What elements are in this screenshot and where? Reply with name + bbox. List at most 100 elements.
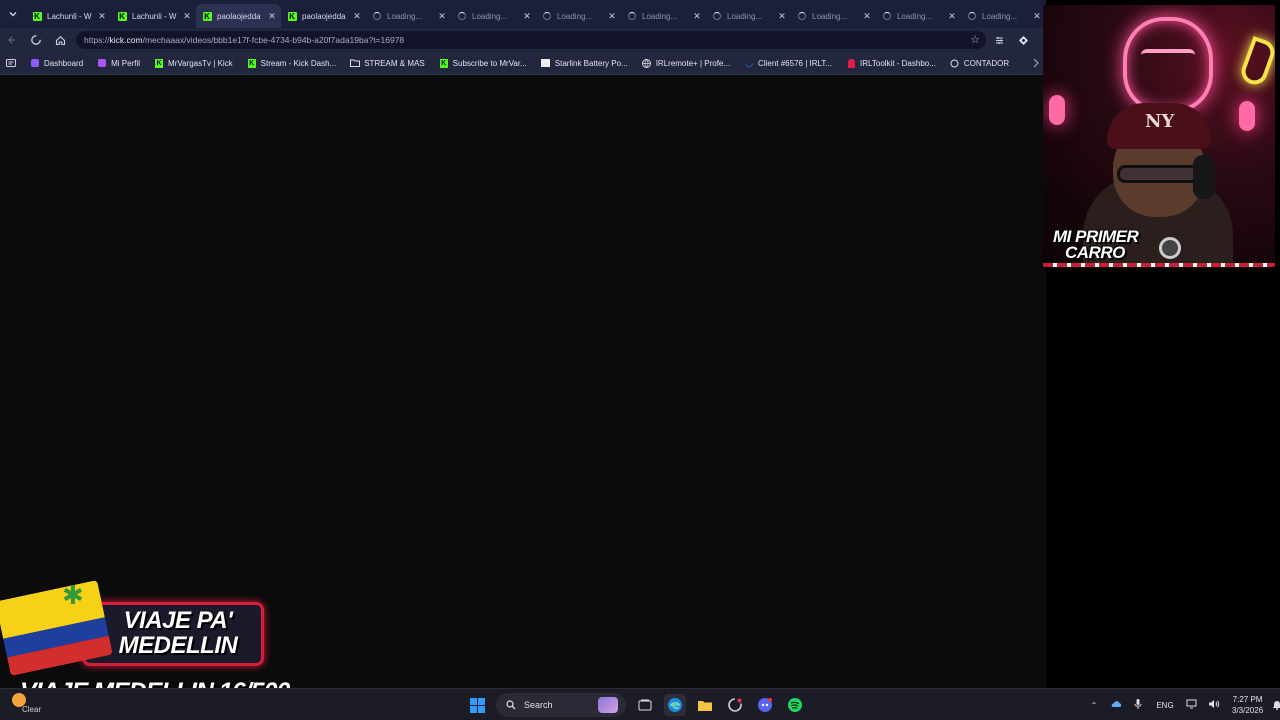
bookmark-label: Subscribe to MrVar... [452,58,527,68]
kick-icon: K [155,58,164,68]
spinner-icon [627,11,637,21]
browser-tab[interactable]: Loading... ✕ [621,4,706,28]
tab-list-button[interactable] [0,0,26,28]
bookmark-item[interactable]: CONTADOR [950,58,1009,68]
kick-icon: K [117,11,127,21]
browser-tab[interactable]: Loading... ✕ [791,4,876,28]
dashboard-icon [30,58,40,68]
bookmark-item[interactable]: Mi Perfil [97,58,140,68]
browser-tab[interactable]: Loading... ✕ [876,4,961,28]
discord-button[interactable] [754,694,776,716]
browser-tab[interactable]: Loading... ✕ [366,4,451,28]
close-tab-icon[interactable]: ✕ [267,11,277,22]
bookmarks-menu-icon [6,58,16,68]
favorite-star-icon[interactable]: ☆ [970,33,980,46]
clock-date: 3/3/2026 [1232,706,1264,715]
search-icon [506,700,516,710]
bookmark-item[interactable]: IRLToolkit - Dashbo... [846,58,936,68]
close-tab-icon[interactable]: ✕ [947,11,957,22]
tab-title: Loading... [897,11,933,21]
bookmark-item[interactable]: Dashboard [30,58,83,68]
onedrive-icon[interactable] [1108,699,1124,711]
trip-title: VIAJE PA' MEDELLIN [118,607,238,659]
close-tab-icon[interactable]: ✕ [437,11,447,22]
system-tray: ⌃ ENG 7:27 PM 3/3/2026 [1086,689,1280,720]
browser-tab[interactable]: K Lachunli - W ✕ [26,4,111,28]
client-icon: ◡ [745,57,753,68]
bookmark-item[interactable]: IRLremote+ | Profe... [642,58,730,68]
counter-icon [950,58,960,68]
task-view-icon [638,699,652,711]
home-icon [55,35,65,45]
close-tab-icon[interactable]: ✕ [97,11,107,22]
close-tab-icon[interactable]: ✕ [182,11,192,22]
browser-tab[interactable]: Kpaolaojedda ✕ [196,4,281,28]
address-bar[interactable]: https://kick.com/mechaaax/videos/bbb1e17… [76,31,986,49]
tab-title: Loading... [387,11,423,21]
bookmark-label: MrVargasTv | Kick [168,58,233,68]
windows-logo-icon [469,697,485,713]
browser-tab[interactable]: Loading... ✕ [451,4,536,28]
bookmark-item[interactable]: ◡ Client #6576 | IRLT... [744,58,832,68]
back-arrow-icon [8,36,15,44]
browser-tab[interactable]: Loading... ✕ [706,4,791,28]
back-button[interactable] [0,29,24,51]
microphone-icon[interactable] [1130,698,1146,712]
spotify-button[interactable] [784,694,806,716]
close-tab-icon[interactable]: ✕ [607,11,617,22]
neon-lamp-left [1049,95,1065,125]
bookmark-item[interactable]: K MrVargasTv | Kick [154,58,233,68]
diamond-extension-icon[interactable] [1014,31,1032,49]
clock-time: 7:27 PM [1232,695,1263,704]
stop-loading-icon [31,35,41,45]
webcam-border-stripe [1043,263,1275,267]
close-tab-icon[interactable]: ✕ [352,11,362,22]
bookmark-item[interactable]: STREAM & MAS [350,58,425,68]
windows-taskbar: Clear Search ⌃ ENG 7:27 PM 3/3/2026 [0,688,1280,720]
browser-tab[interactable]: Kpaolaojedda ✕ [281,4,366,28]
taskbar-search[interactable]: Search [496,693,626,717]
refresh-app-icon [728,698,742,712]
more-bookmarks[interactable] [1032,58,1040,68]
task-view-button[interactable] [634,694,656,716]
app-button-circle[interactable] [724,694,746,716]
browser-tab[interactable]: Loading... ✕ [961,4,1046,28]
tray-overflow-chevron-icon[interactable]: ⌃ [1086,701,1102,710]
palm-tree-icon: ✱ [62,580,84,610]
cap-ny-logo: NY [1145,111,1175,132]
browser-tab[interactable]: Loading... ✕ [536,4,621,28]
close-tab-icon[interactable]: ✕ [777,11,787,22]
spinner-icon [712,11,722,21]
tab-title: Loading... [557,11,593,21]
bookmarks-menu[interactable] [6,58,20,68]
browser-tab[interactable]: K Lachunli - W ✕ [111,4,196,28]
profile-icon [97,58,107,68]
stop-loading-button[interactable] [24,29,48,51]
tab-title: Lachunli - W [132,11,177,21]
spinner-icon [797,11,807,21]
search-highlight-icon [598,697,618,713]
bookmark-item[interactable]: K Stream - Kick Dash... [247,58,336,68]
close-tab-icon[interactable]: ✕ [862,11,872,22]
taskbar-clock[interactable]: 7:27 PM 3/3/2026 [1232,694,1263,716]
bookmark-item[interactable]: K Subscribe to MrVar... [439,58,527,68]
extensions-icon[interactable] [990,31,1008,49]
bookmark-label: IRLToolkit - Dashbo... [860,58,936,68]
close-tab-icon[interactable]: ✕ [1032,11,1042,22]
bookmark-label: Client #6576 | IRLT... [758,58,833,68]
home-button[interactable] [48,29,72,51]
steering-wheel-icon [1159,237,1181,259]
notifications-bell-icon[interactable] [1269,699,1280,712]
tab-title: Loading... [982,11,1018,21]
network-icon[interactable] [1184,699,1200,711]
language-indicator[interactable]: ENG [1152,701,1178,710]
bookmark-item[interactable]: Starlink Battery Po... [541,58,628,68]
start-button[interactable] [466,694,488,716]
close-tab-icon[interactable]: ✕ [692,11,702,22]
trip-badge: ✱ VIAJE PA' MEDELLIN [0,580,264,676]
close-tab-icon[interactable]: ✕ [522,11,532,22]
edge-button[interactable] [664,694,686,716]
volume-icon[interactable] [1206,699,1222,711]
file-explorer-button[interactable] [694,694,716,716]
spinner-icon [457,11,467,21]
